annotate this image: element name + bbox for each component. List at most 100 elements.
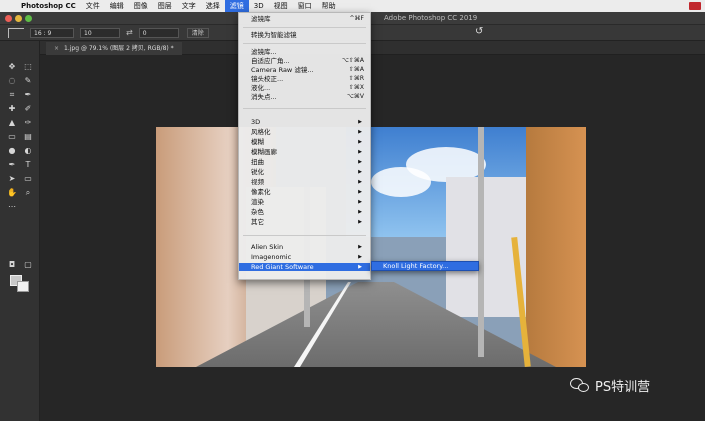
menu-item-last-filter[interactable]: 滤镜库 ^⌘F xyxy=(239,15,370,23)
menu-item-shortcut: ⌥⇧⌘A xyxy=(341,57,364,64)
zoom-tool-icon[interactable]: ⌕ xyxy=(21,187,35,199)
menu-item-3d[interactable]: 3D ▶ xyxy=(239,118,370,126)
menu-item-adaptive-wide[interactable]: 自适应广角... ⌥⇧⌘A xyxy=(239,57,370,65)
watermark: PS特训营 xyxy=(570,376,650,395)
menu-item-label: 视频 xyxy=(251,178,264,186)
reset-rotate-icon[interactable]: ↺ xyxy=(475,26,483,37)
menu-item-label: 3D xyxy=(251,118,261,126)
watermark-text: PS特训营 xyxy=(595,380,651,395)
marquee-tool-icon[interactable]: ⬚ xyxy=(21,61,35,73)
history-brush-icon[interactable]: ✑ xyxy=(21,117,35,129)
menu-item-alien-skin[interactable]: Alien Skin ▶ xyxy=(239,243,370,251)
menu-item-label: 像素化 xyxy=(251,188,271,196)
document-canvas[interactable] xyxy=(156,127,586,367)
menu-item-other[interactable]: 其它 ▶ xyxy=(239,218,370,226)
quick-select-tool-icon[interactable]: ✎ xyxy=(21,75,35,87)
status-flag-icon xyxy=(689,2,701,10)
submenu-arrow-icon: ▶ xyxy=(358,169,362,175)
menu-filter[interactable]: 滤镜 xyxy=(224,0,249,12)
menu-select[interactable]: 选择 xyxy=(201,0,225,12)
menu-image[interactable]: 图像 xyxy=(129,0,153,12)
menu-item-camera-raw[interactable]: Camera Raw 滤镜... ⇧⌘A xyxy=(239,66,370,74)
menu-type[interactable]: 文字 xyxy=(177,0,201,12)
clear-button[interactable]: 清除 xyxy=(186,27,209,38)
menu-edit[interactable]: 编辑 xyxy=(105,0,129,12)
screen-mode-icon[interactable]: ▢ xyxy=(21,259,35,271)
path-select-tool-icon[interactable]: ➤ xyxy=(5,173,19,185)
menu-item-noise[interactable]: 杂色 ▶ xyxy=(239,208,370,216)
app-menu[interactable]: Photoshop CC xyxy=(16,0,81,12)
menu-item-liquify[interactable]: 液化... ⇧⌘X xyxy=(239,84,370,92)
wechat-icon xyxy=(570,377,590,394)
submenu-arrow-icon: ▶ xyxy=(358,139,362,145)
hand-tool-icon[interactable]: ✋ xyxy=(5,187,19,199)
menu-item-label: 杂色 xyxy=(251,208,264,216)
menu-item-sharpen[interactable]: 锐化 ▶ xyxy=(239,168,370,176)
stamp-tool-icon[interactable]: ▲ xyxy=(5,117,19,129)
submenu-arrow-icon: ▶ xyxy=(358,209,362,215)
height-field[interactable]: 0 xyxy=(138,27,179,38)
menu-help[interactable]: 帮助 xyxy=(317,0,341,12)
menu-item-imagenomic[interactable]: Imagenomic ▶ xyxy=(239,253,370,261)
background-color-swatch[interactable] xyxy=(17,281,29,292)
mac-menubar: Photoshop CC 文件 编辑 图像 图层 文字 选择 滤镜 3D 视图 … xyxy=(0,0,705,12)
gradient-tool-icon[interactable]: ▤ xyxy=(21,131,35,143)
close-window-button[interactable] xyxy=(5,15,12,22)
eraser-tool-icon[interactable]: ▭ xyxy=(5,131,19,143)
zoom-window-button[interactable] xyxy=(25,15,32,22)
menu-item-vanishing-point[interactable]: 消失点... ⌥⌘V xyxy=(239,93,370,101)
menu-item-red-giant[interactable]: Red Giant Software ▶ xyxy=(239,263,370,271)
close-tab-icon[interactable]: × xyxy=(54,45,59,52)
crop-tool-icon[interactable]: ⌗ xyxy=(5,89,19,101)
eyedropper-tool-icon[interactable]: ✒ xyxy=(21,89,35,101)
swap-dimensions-icon[interactable]: ⇄ xyxy=(126,28,133,37)
menu-item-shortcut: ⇧⌘A xyxy=(348,66,364,73)
window-title: Adobe Photoshop CC 2019 xyxy=(384,14,478,22)
menu-item-label: 其它 xyxy=(251,218,264,226)
submenu-arrow-icon: ▶ xyxy=(358,264,362,270)
menu-item-shortcut: ^⌘F xyxy=(349,15,364,22)
type-tool-icon[interactable]: T xyxy=(21,159,35,171)
menu-item-label: Camera Raw 滤镜... xyxy=(251,66,314,74)
quick-mask-icon[interactable]: ◘ xyxy=(5,259,19,271)
photoshop-window: { "menubar": { "app_name": "Photoshop CC… xyxy=(0,0,705,421)
menu-item-distort[interactable]: 扭曲 ▶ xyxy=(239,158,370,166)
menu-item-pixelate[interactable]: 像素化 ▶ xyxy=(239,188,370,196)
ratio-height-field[interactable]: 10 xyxy=(80,27,120,38)
submenu-arrow-icon: ▶ xyxy=(358,179,362,185)
submenu-knoll-light-factory[interactable]: Knoll Light Factory... xyxy=(371,261,479,271)
menu-item-render[interactable]: 渲染 ▶ xyxy=(239,198,370,206)
menu-item-lens-correction[interactable]: 镜头校正... ⇧⌘R xyxy=(239,75,370,83)
menu-item-blur[interactable]: 模糊 ▶ xyxy=(239,138,370,146)
shape-tool-icon[interactable]: ▭ xyxy=(21,173,35,185)
menu-item-filter-gallery[interactable]: 滤镜库... xyxy=(239,48,370,56)
ratio-select[interactable]: 16 : 9 xyxy=(30,27,74,38)
menu-separator xyxy=(243,27,366,28)
menu-window[interactable]: 窗口 xyxy=(293,0,317,12)
menu-item-convert-smart[interactable]: 转换为智能滤镜 xyxy=(239,31,370,39)
move-tool-icon[interactable]: ✥ xyxy=(5,61,19,73)
menu-3d[interactable]: 3D xyxy=(249,0,269,12)
submenu-arrow-icon: ▶ xyxy=(358,119,362,125)
filter-menu: 滤镜库 ^⌘F 转换为智能滤镜 滤镜库... 自适应广角... ⌥⇧⌘A Camer… xyxy=(238,12,371,280)
menu-layer[interactable]: 图层 xyxy=(153,0,177,12)
menu-file[interactable]: 文件 xyxy=(81,0,105,12)
brush-tool-icon[interactable]: ✐ xyxy=(21,103,35,115)
menu-item-label: 模糊画廊 xyxy=(251,148,277,156)
menu-item-label: 锐化 xyxy=(251,168,264,176)
crop-icon[interactable] xyxy=(8,27,24,38)
document-tab[interactable]: × 1.jpg @ 79.1% (图层 2 拷贝, RGB/8) * xyxy=(46,42,182,55)
lasso-tool-icon[interactable]: ◌ xyxy=(5,75,19,87)
blur-tool-icon[interactable]: ● xyxy=(5,145,19,157)
menu-item-video[interactable]: 视频 ▶ xyxy=(239,178,370,186)
pen-tool-icon[interactable]: ✒ xyxy=(5,159,19,171)
minimize-window-button[interactable] xyxy=(15,15,22,22)
dodge-tool-icon[interactable]: ◐ xyxy=(21,145,35,157)
menu-item-blur-gallery[interactable]: 模糊画廊 ▶ xyxy=(239,148,370,156)
more-tools-icon[interactable]: ⋯ xyxy=(5,201,19,213)
healing-tool-icon[interactable]: ✚ xyxy=(5,103,19,115)
menu-item-label: 滤镜库 xyxy=(251,15,271,23)
menu-item-label: 滤镜库... xyxy=(251,48,277,56)
menu-item-stylize[interactable]: 风格化 ▶ xyxy=(239,128,370,136)
menu-view[interactable]: 视图 xyxy=(269,0,293,12)
